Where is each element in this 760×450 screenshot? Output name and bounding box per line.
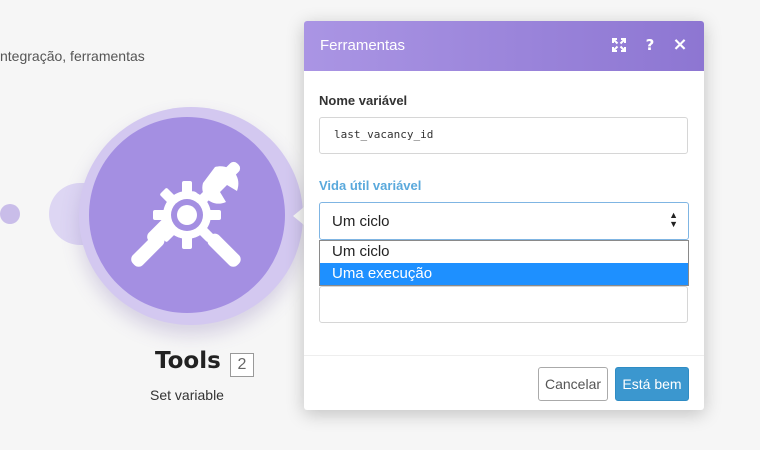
select-arrows-icon: ▲ ▼ — [669, 210, 678, 229]
variable-name-label: Nome variável — [319, 93, 408, 108]
help-icon[interactable]: ? — [640, 35, 660, 55]
footer-divider — [304, 355, 704, 356]
select-current-value: Um ciclo — [332, 213, 390, 230]
module-pointer — [293, 207, 304, 225]
variable-name-field[interactable]: last_vacancy_id — [319, 117, 688, 154]
cancel-button[interactable]: Cancelar — [538, 367, 608, 401]
lifetime-options-list: Um ciclo Uma execução — [319, 240, 689, 286]
ok-button[interactable]: Está bem — [615, 367, 689, 401]
module-title: Tools — [155, 348, 221, 374]
tools-module[interactable] — [89, 117, 285, 313]
tools-dialog: Ferramentas ? × Nome variável last_vacan… — [304, 21, 704, 410]
breadcrumb: ntegração, ferramentas — [0, 48, 145, 64]
module-number-badge: 2 — [230, 353, 254, 377]
tools-gear-icon — [131, 161, 241, 267]
dialog-header: Ferramentas ? × — [304, 21, 704, 71]
variable-lifetime-select[interactable]: Um ciclo ▲ ▼ — [319, 202, 689, 240]
option-one-execution[interactable]: Uma execução — [320, 263, 688, 285]
close-icon[interactable]: × — [670, 35, 690, 55]
dialog-title: Ferramentas — [320, 37, 406, 54]
variable-lifetime-label: Vida útil variável — [319, 178, 422, 193]
option-one-cycle[interactable]: Um ciclo — [320, 241, 688, 263]
variable-name-value: last_vacancy_id — [334, 128, 434, 141]
expand-icon[interactable] — [609, 35, 629, 55]
connection-dot[interactable] — [0, 204, 20, 224]
variable-value-field[interactable] — [319, 286, 688, 323]
